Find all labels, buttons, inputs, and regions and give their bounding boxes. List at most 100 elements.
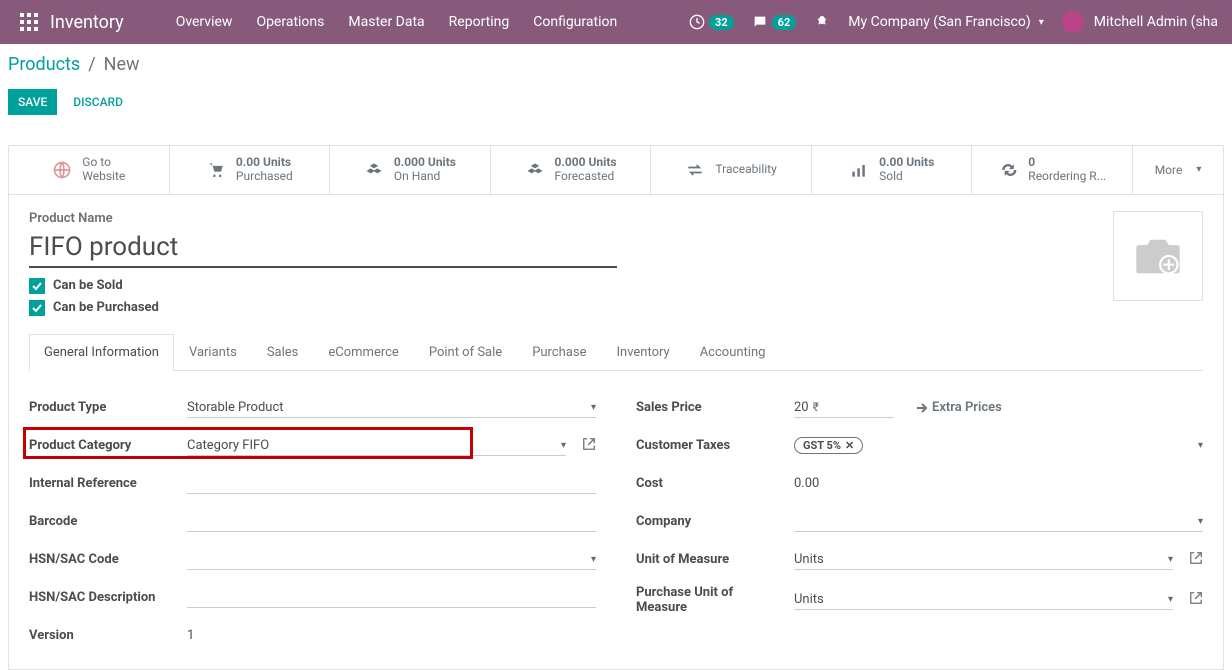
user-menu[interactable]: Mitchell Admin (sha	[1056, 0, 1224, 44]
stat-more[interactable]: More▾	[1133, 146, 1223, 194]
messaging-badge: 62	[772, 15, 797, 30]
tab-inventory[interactable]: Inventory	[601, 334, 684, 371]
barcode-label: Barcode	[29, 514, 177, 529]
globe-icon	[52, 160, 72, 180]
messaging-indicator[interactable]: 62	[746, 0, 803, 44]
company-name: My Company (San Francisco)	[848, 14, 1030, 30]
stat-button-box: Go toWebsite 0.00 UnitsPurchased 0.000 U…	[8, 145, 1224, 194]
version-label: Version	[29, 628, 177, 643]
nav-master-data[interactable]: Master Data	[336, 0, 436, 44]
save-button[interactable]: SAVE	[8, 89, 57, 115]
breadcrumb-products[interactable]: Products	[8, 54, 80, 75]
hsn-code-label: HSN/SAC Code	[29, 552, 177, 567]
external-link-icon[interactable]	[1189, 551, 1203, 569]
stat-value: 0.000 Units	[555, 156, 617, 170]
currency-symbol: ₹	[813, 400, 819, 414]
product-type-select[interactable]: Storable Product▾	[187, 398, 596, 418]
product-image-placeholder[interactable]	[1113, 211, 1203, 301]
tab-purchase[interactable]: Purchase	[517, 334, 601, 371]
bar-chart-icon	[849, 160, 869, 180]
apps-icon[interactable]	[20, 13, 38, 31]
discard-button[interactable]: DISCARD	[73, 95, 123, 109]
breadcrumb-separator: /	[88, 54, 95, 75]
stat-value: 0	[1028, 156, 1106, 170]
cost-label: Cost	[636, 476, 784, 491]
company-select[interactable]: ▾	[794, 512, 1203, 532]
exchange-icon	[685, 160, 705, 180]
extra-prices-link[interactable]: Extra Prices	[916, 400, 1002, 415]
tab-pos[interactable]: Point of Sale	[414, 334, 517, 371]
product-category-label: Product Category	[29, 438, 177, 453]
stat-label: Sold	[879, 170, 934, 184]
hsn-description-input[interactable]	[187, 588, 596, 608]
stat-forecasted[interactable]: 0.000 UnitsForecasted	[491, 146, 652, 194]
tab-variants[interactable]: Variants	[174, 334, 252, 371]
tab-sales[interactable]: Sales	[252, 334, 314, 371]
breadcrumb: Products / New	[8, 54, 1224, 75]
activity-indicator[interactable]: 32	[683, 0, 740, 44]
avatar	[1062, 11, 1084, 33]
product-category-select[interactable]: Category FIFO▾	[187, 436, 566, 456]
nav-reporting[interactable]: Reporting	[437, 0, 522, 44]
debug-icon[interactable]	[808, 0, 836, 44]
product-type-label: Product Type	[29, 400, 177, 415]
tab-general-information[interactable]: General Information	[29, 334, 174, 371]
sales-price-label: Sales Price	[636, 400, 784, 415]
tab-accounting[interactable]: Accounting	[685, 334, 781, 371]
stat-purchased[interactable]: 0.00 UnitsPurchased	[170, 146, 331, 194]
stat-label: More	[1155, 163, 1183, 177]
checkbox-checked-icon	[29, 300, 45, 316]
stat-label: Website	[82, 170, 125, 184]
barcode-input[interactable]	[187, 512, 596, 532]
uom-select[interactable]: Units▾	[794, 550, 1173, 570]
external-link-icon[interactable]	[1189, 591, 1203, 609]
stat-go-to-website[interactable]: Go toWebsite	[9, 146, 170, 194]
stat-label: Go to	[82, 156, 125, 170]
customer-taxes-label: Customer Taxes	[636, 438, 784, 453]
stat-label: Forecasted	[555, 170, 617, 184]
purchase-uom-select[interactable]: Units▾	[794, 590, 1173, 610]
stat-label: Reordering R...	[1028, 170, 1106, 184]
product-name-label: Product Name	[29, 211, 1203, 226]
nav-configuration[interactable]: Configuration	[521, 0, 629, 44]
stat-label: Traceability	[715, 163, 776, 177]
hsn-description-label: HSN/SAC Description	[29, 590, 177, 605]
checkbox-checked-icon	[29, 278, 45, 294]
checkbox-label: Can be Purchased	[53, 300, 159, 315]
product-name-input[interactable]	[29, 230, 617, 268]
boxes-icon	[525, 160, 545, 180]
internal-reference-input[interactable]	[187, 474, 596, 494]
refresh-icon	[998, 160, 1018, 180]
stat-sold[interactable]: 0.00 UnitsSold	[812, 146, 973, 194]
stat-reordering[interactable]: 0Reordering R...	[972, 146, 1133, 194]
stat-value: 0.00 Units	[879, 156, 934, 170]
external-link-icon[interactable]	[582, 437, 596, 455]
can-be-sold-checkbox[interactable]: Can be Sold	[29, 278, 1203, 294]
activity-badge: 32	[709, 15, 734, 30]
stat-on-hand[interactable]: 0.000 UnitsOn Hand	[330, 146, 491, 194]
sales-price-input[interactable]: 20₹	[794, 398, 894, 418]
customer-taxes-input[interactable]: GST 5%✕ ▾	[794, 435, 1203, 456]
tax-tag[interactable]: GST 5%✕	[794, 437, 863, 454]
hsn-code-input[interactable]: ▾	[187, 550, 596, 570]
cart-icon	[206, 160, 226, 180]
company-switcher[interactable]: My Company (San Francisco)▾	[842, 0, 1049, 44]
boxes-icon	[364, 160, 384, 180]
can-be-purchased-checkbox[interactable]: Can be Purchased	[29, 300, 1203, 316]
cost-value: 0.00	[794, 474, 1203, 494]
stat-traceability[interactable]: Traceability	[651, 146, 812, 194]
user-name: Mitchell Admin (sha	[1094, 14, 1218, 30]
internal-reference-label: Internal Reference	[29, 476, 177, 491]
version-value: 1	[187, 626, 596, 646]
company-label: Company	[636, 514, 784, 529]
app-title: Inventory	[50, 12, 124, 33]
checkbox-label: Can be Sold	[53, 278, 123, 293]
nav-links: Overview Operations Master Data Reportin…	[164, 0, 630, 44]
tab-ecommerce[interactable]: eCommerce	[313, 334, 413, 371]
camera-plus-icon	[1132, 233, 1184, 279]
nav-operations[interactable]: Operations	[244, 0, 336, 44]
nav-overview[interactable]: Overview	[164, 0, 245, 44]
uom-label: Unit of Measure	[636, 552, 784, 567]
purchase-uom-label: Purchase Unit of Measure	[636, 585, 784, 616]
tag-remove-icon[interactable]: ✕	[845, 439, 854, 452]
